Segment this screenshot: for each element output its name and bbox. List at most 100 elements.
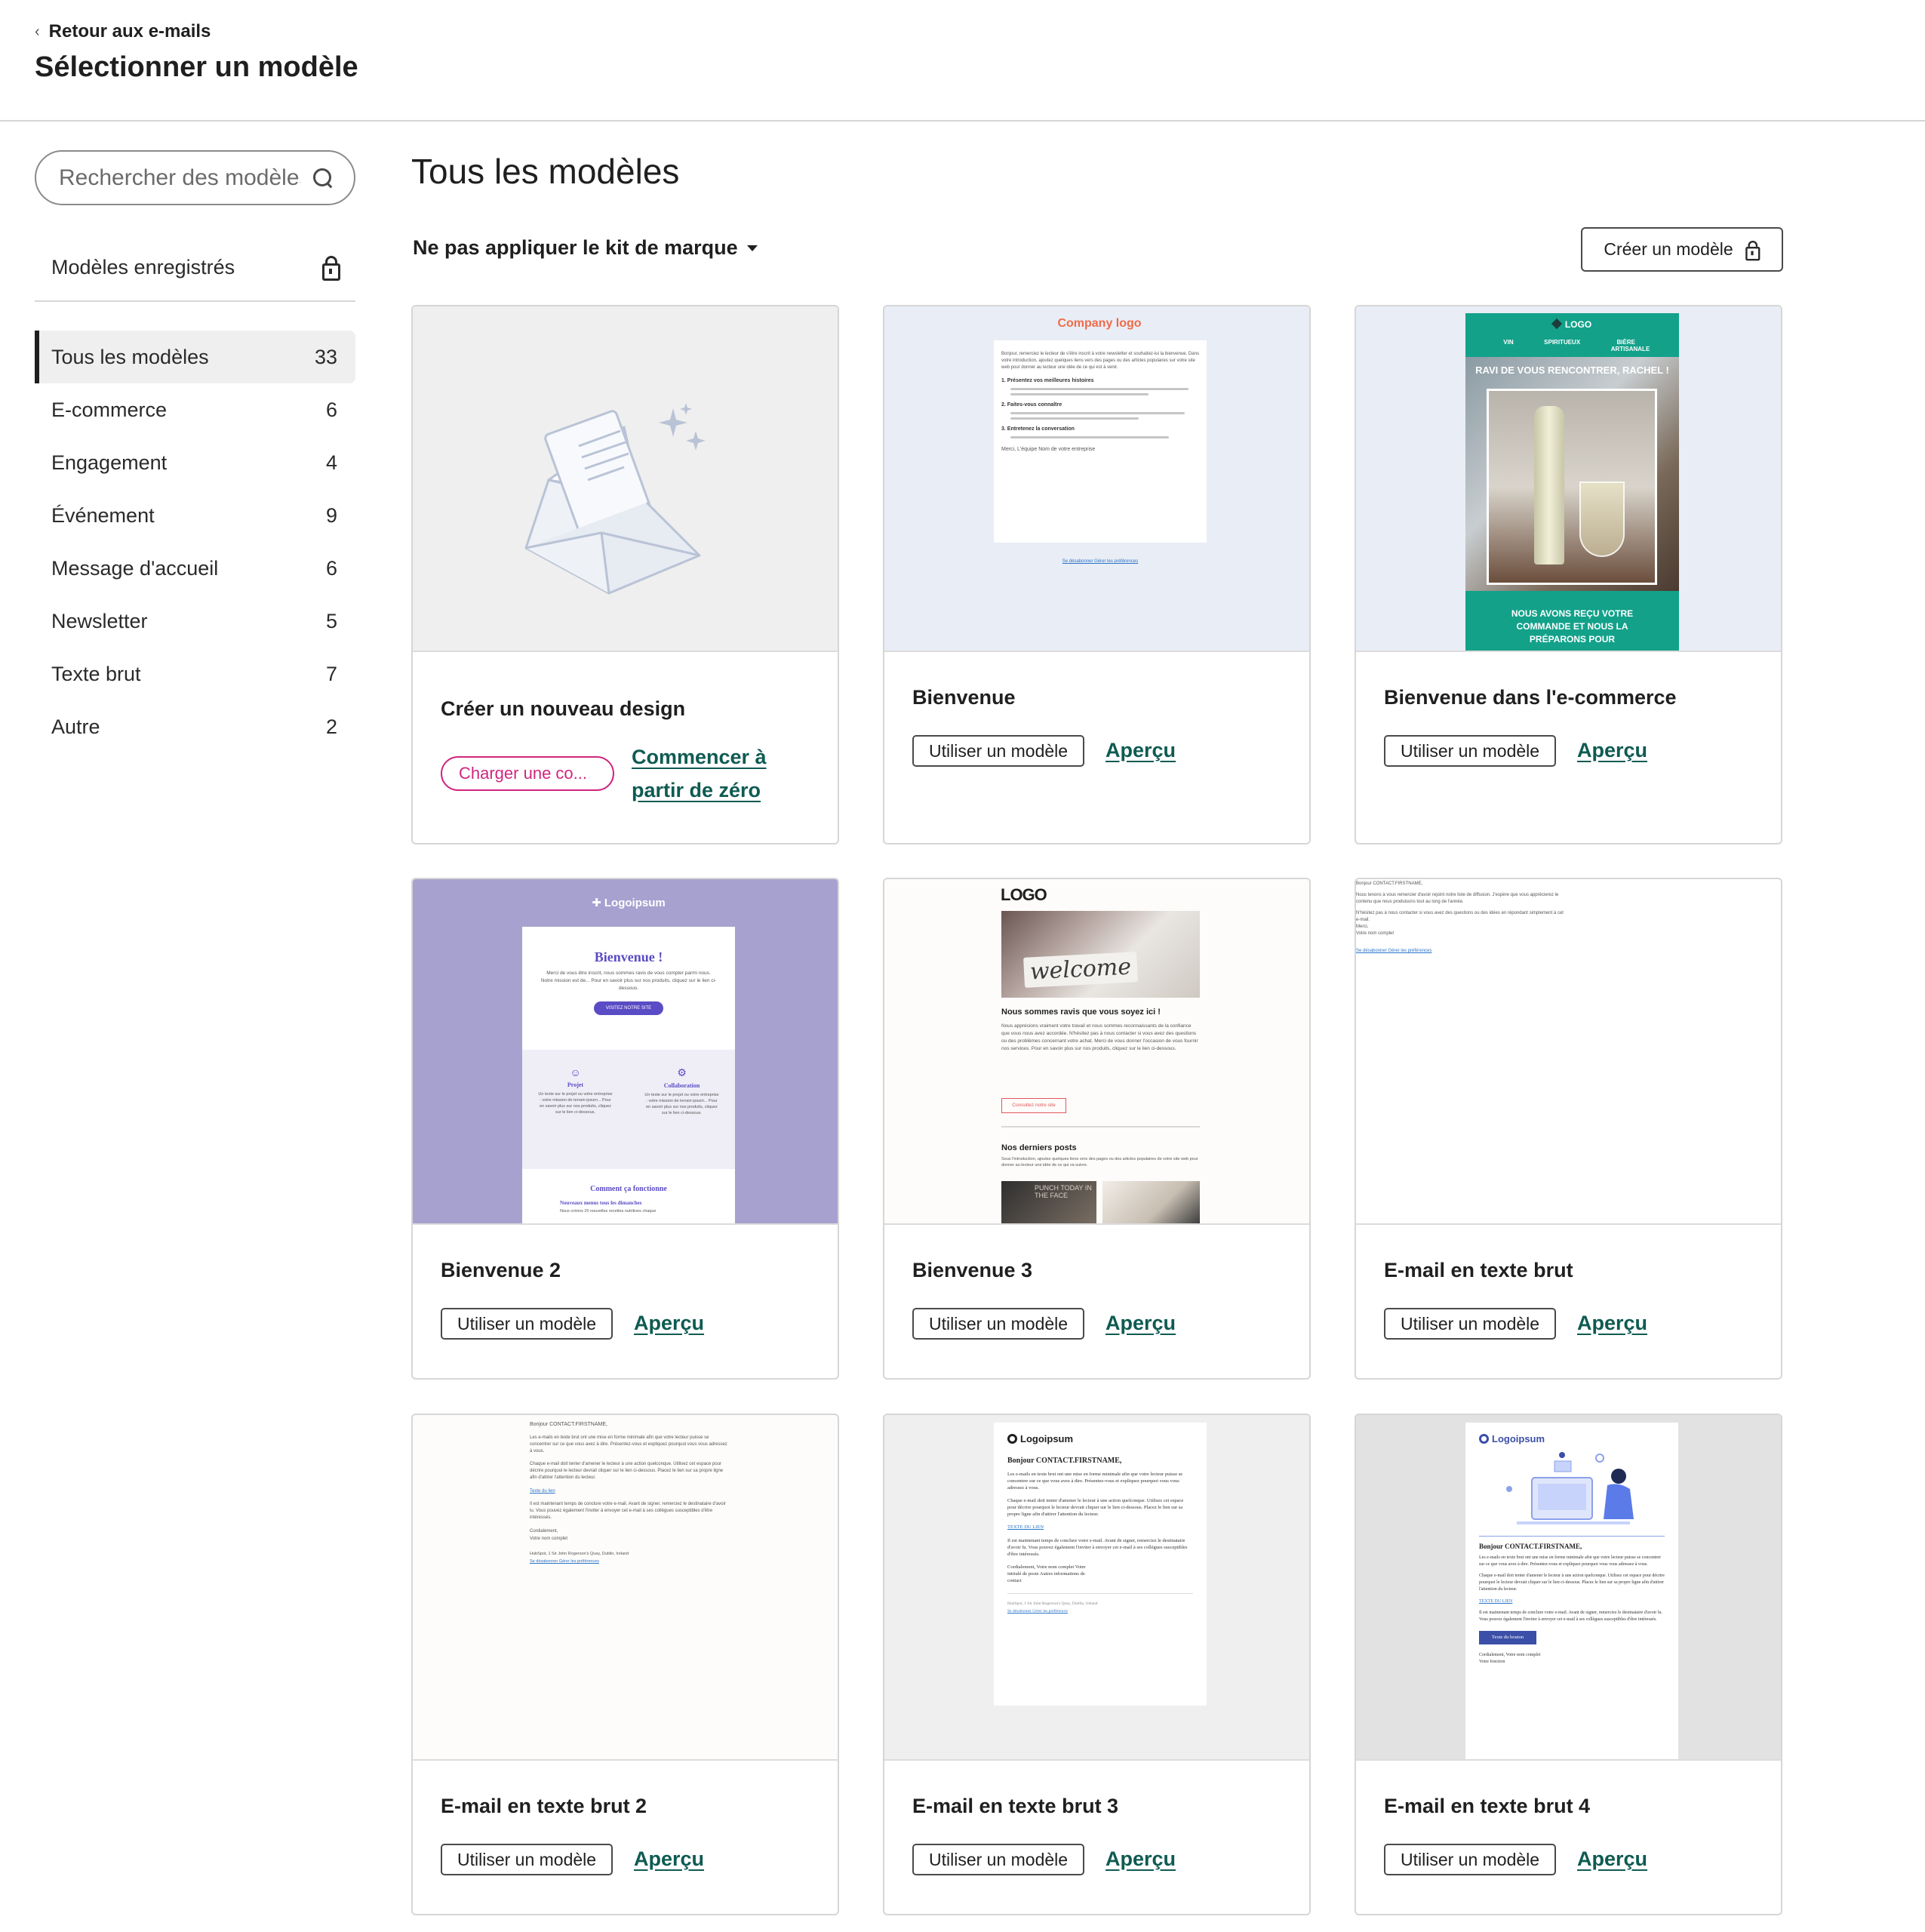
logo-text: Logoipsum: [1020, 1433, 1074, 1444]
category-item-other[interactable]: Autre 2: [35, 700, 355, 753]
card-title: Bienvenue 2: [441, 1259, 561, 1281]
search-input[interactable]: [59, 165, 300, 191]
hero-image: RAVI DE VOUS RENCONTRER, RACHEL !: [1465, 357, 1679, 591]
company-logo-text: Company logo: [1057, 317, 1142, 330]
category-item-newsletter[interactable]: Newsletter 5: [35, 595, 355, 648]
back-to-emails-link[interactable]: ‹ Retour aux e-mails: [35, 21, 211, 42]
use-template-button[interactable]: Utiliser un modèle: [441, 1844, 613, 1875]
email-text: Votre nom complet: [1356, 931, 1395, 936]
preview-link[interactable]: Aperçu: [1577, 1312, 1647, 1335]
category-item-ecommerce[interactable]: E-commerce 6: [35, 383, 355, 436]
use-template-button[interactable]: Utiliser un modèle: [912, 735, 1085, 767]
plus-icon: ✚: [592, 897, 601, 909]
upload-design-button[interactable]: Charger une co...: [441, 756, 614, 791]
email-text: Merci de vous être inscrit, nous sommes …: [540, 971, 717, 991]
template-card-plain-text-2: Bonjour CONTACT.FIRSTNAME, Les e-mails e…: [411, 1414, 839, 1915]
email-text: Les e-mails en texte brut ont une mise e…: [530, 1435, 727, 1454]
use-template-button[interactable]: Utiliser un modèle: [1384, 1308, 1557, 1340]
category-item-all[interactable]: Tous les modèles 33: [35, 331, 355, 383]
template-card-plain-text: Bonjour CONTACT.FIRSTNAME, Nous tenons à…: [1355, 878, 1782, 1380]
caret-down-icon: [746, 245, 758, 251]
logo-text: Logoipsum: [1492, 1433, 1545, 1444]
page-title: Sélectionner un modèle: [35, 51, 358, 83]
feature-col: ⚙ Collaboration Un texte sur le projet o…: [644, 1066, 720, 1169]
category-item-event[interactable]: Événement 9: [35, 489, 355, 542]
posts-heading: Nos derniers posts: [1001, 1143, 1077, 1152]
email-body: Bonjour CONTACT.FIRSTNAME, Les e-mails e…: [530, 1421, 730, 1565]
card-title: E-mail en texte brut 2: [441, 1795, 647, 1817]
template-card-plain-text-3: Logoipsum Bonjour CONTACT.FIRSTNAME, Les…: [883, 1414, 1311, 1915]
email-sign: Cordialement, Votre nom complet Votre in…: [1007, 1564, 1086, 1583]
category-label: Tous les modèles: [51, 345, 209, 368]
use-template-button[interactable]: Utiliser un modèle: [1384, 1844, 1557, 1875]
divider: [1007, 1593, 1193, 1594]
envelope-illustration-icon: [524, 403, 706, 595]
email-footer: Se désabonner Gérer les préférences: [1007, 1609, 1069, 1614]
preview-link[interactable]: Aperçu: [1105, 1847, 1176, 1871]
feature-title: Projet: [567, 1081, 584, 1088]
search-box[interactable]: [35, 150, 355, 205]
category-label: Message d'accueil: [51, 556, 219, 580]
logoipsum-logo: Logoipsum: [1007, 1433, 1193, 1444]
nav-item: BIÈRE ARTISANALE: [1610, 339, 1650, 352]
email-sign: Cordialement,: [530, 1529, 558, 1534]
feature-columns: ☺ Projet Un texte sur le projet ou votre…: [522, 1050, 735, 1169]
email-footer: Se désabonner Gérer les préférences: [1356, 949, 1432, 953]
use-template-button[interactable]: Utiliser un modèle: [912, 1308, 1085, 1340]
logo-ring-icon: [1007, 1434, 1017, 1444]
category-count: 9: [325, 503, 337, 527]
start-from-scratch-link[interactable]: Commencer à partir de zéro: [632, 740, 790, 807]
saved-templates-label: Modèles enregistrés: [51, 255, 235, 278]
preview-link[interactable]: Aperçu: [1577, 1847, 1647, 1871]
wine-bottle-icon: [1534, 406, 1564, 565]
category-item-welcome[interactable]: Message d'accueil 6: [35, 542, 355, 595]
use-template-button[interactable]: Utiliser un modèle: [441, 1308, 613, 1340]
logo-text: Logoipsum: [604, 897, 666, 909]
saved-templates-item[interactable]: Modèles enregistrés: [35, 234, 355, 302]
template-thumbnail: LOGO VIN SPIRITUEUX BIÈRE ARTISANALE RAV…: [1356, 306, 1781, 652]
create-template-label: Créer un modèle: [1604, 239, 1733, 259]
illustration-icon: [1506, 1452, 1634, 1524]
feature-text: Un texte sur le projet ou votre entrepri…: [538, 1092, 613, 1115]
logoipsum-logo: Logoipsum: [1479, 1433, 1665, 1444]
feature-col: ☺ Projet Un texte sur le projet ou votre…: [538, 1066, 613, 1169]
email-body: Logoipsum Bonjour CONTACT.FIRSTNAME, Les…: [1465, 1423, 1678, 1759]
category-item-plain-text[interactable]: Texte brut 7: [35, 648, 355, 700]
ecommerce-nav: VIN SPIRITUEUX BIÈRE ARTISANALE: [1465, 339, 1679, 352]
email-body: Bonjour, remerciez le lecteur de s'être …: [994, 340, 1207, 543]
category-count: 2: [325, 715, 337, 738]
use-template-button[interactable]: Utiliser un modèle: [912, 1844, 1085, 1875]
preview-link[interactable]: Aperçu: [1105, 1312, 1176, 1335]
email-link: TEXTE DU LIEN: [1479, 1599, 1513, 1604]
create-template-button[interactable]: Créer un modèle: [1581, 227, 1783, 272]
email-text: Les e-mails en texte brut ont une mise e…: [1479, 1555, 1662, 1567]
category-item-engagement[interactable]: Engagement 4: [35, 436, 355, 489]
preview-link[interactable]: Aperçu: [1577, 739, 1647, 762]
step-1: Nouveaux menus tous les dimanches: [560, 1200, 642, 1206]
email-sign: Cordialement, Votre nom complet Votre fo…: [1479, 1653, 1541, 1664]
wine-photo: [1487, 389, 1657, 585]
email-text: Nous apprécions vraiment votre travail e…: [1001, 1023, 1198, 1051]
brand-kit-dropdown[interactable]: Ne pas appliquer le kit de marque: [413, 236, 758, 260]
category-count: 33: [314, 345, 337, 368]
card-title: Bienvenue 3: [912, 1259, 1033, 1281]
template-thumbnail: Logoipsum Bonjour CONTACT.FIRSTNAME, Les…: [884, 1415, 1309, 1761]
welcome-photo: welcome: [1001, 911, 1200, 998]
email-address: HubSpot, 1 Sir John Rogerson's Quay, Dub…: [1007, 1601, 1098, 1606]
email-link: Texte du lien: [530, 1489, 555, 1494]
category-label: Engagement: [51, 451, 168, 474]
preview-link[interactable]: Aperçu: [634, 1847, 704, 1871]
use-template-button[interactable]: Utiliser un modèle: [1384, 735, 1557, 767]
preview-link[interactable]: Aperçu: [634, 1312, 704, 1335]
email-heading: Nous sommes ravis que vous soyez ici !: [1001, 1008, 1161, 1017]
template-card-bienvenue-2: ✚ Logoipsum Bienvenue ! Merci de vous êtr…: [411, 878, 839, 1380]
email-greeting: Bonjour CONTACT.FIRSTNAME,: [1007, 1457, 1122, 1465]
search-icon[interactable]: [312, 167, 334, 189]
email-body: Bonjour CONTACT.FIRSTNAME, Nous tenons à…: [1356, 879, 1567, 956]
post-image-1: PUNCH TODAY IN THE FACE: [1001, 1181, 1096, 1223]
preview-link[interactable]: Aperçu: [1105, 739, 1176, 762]
post-image-2: [1102, 1181, 1200, 1223]
brand-kit-label: Ne pas appliquer le kit de marque: [413, 236, 738, 259]
divider: [1479, 1536, 1665, 1537]
email-cta-button: VISITEZ NOTRE SITE: [594, 1001, 663, 1015]
